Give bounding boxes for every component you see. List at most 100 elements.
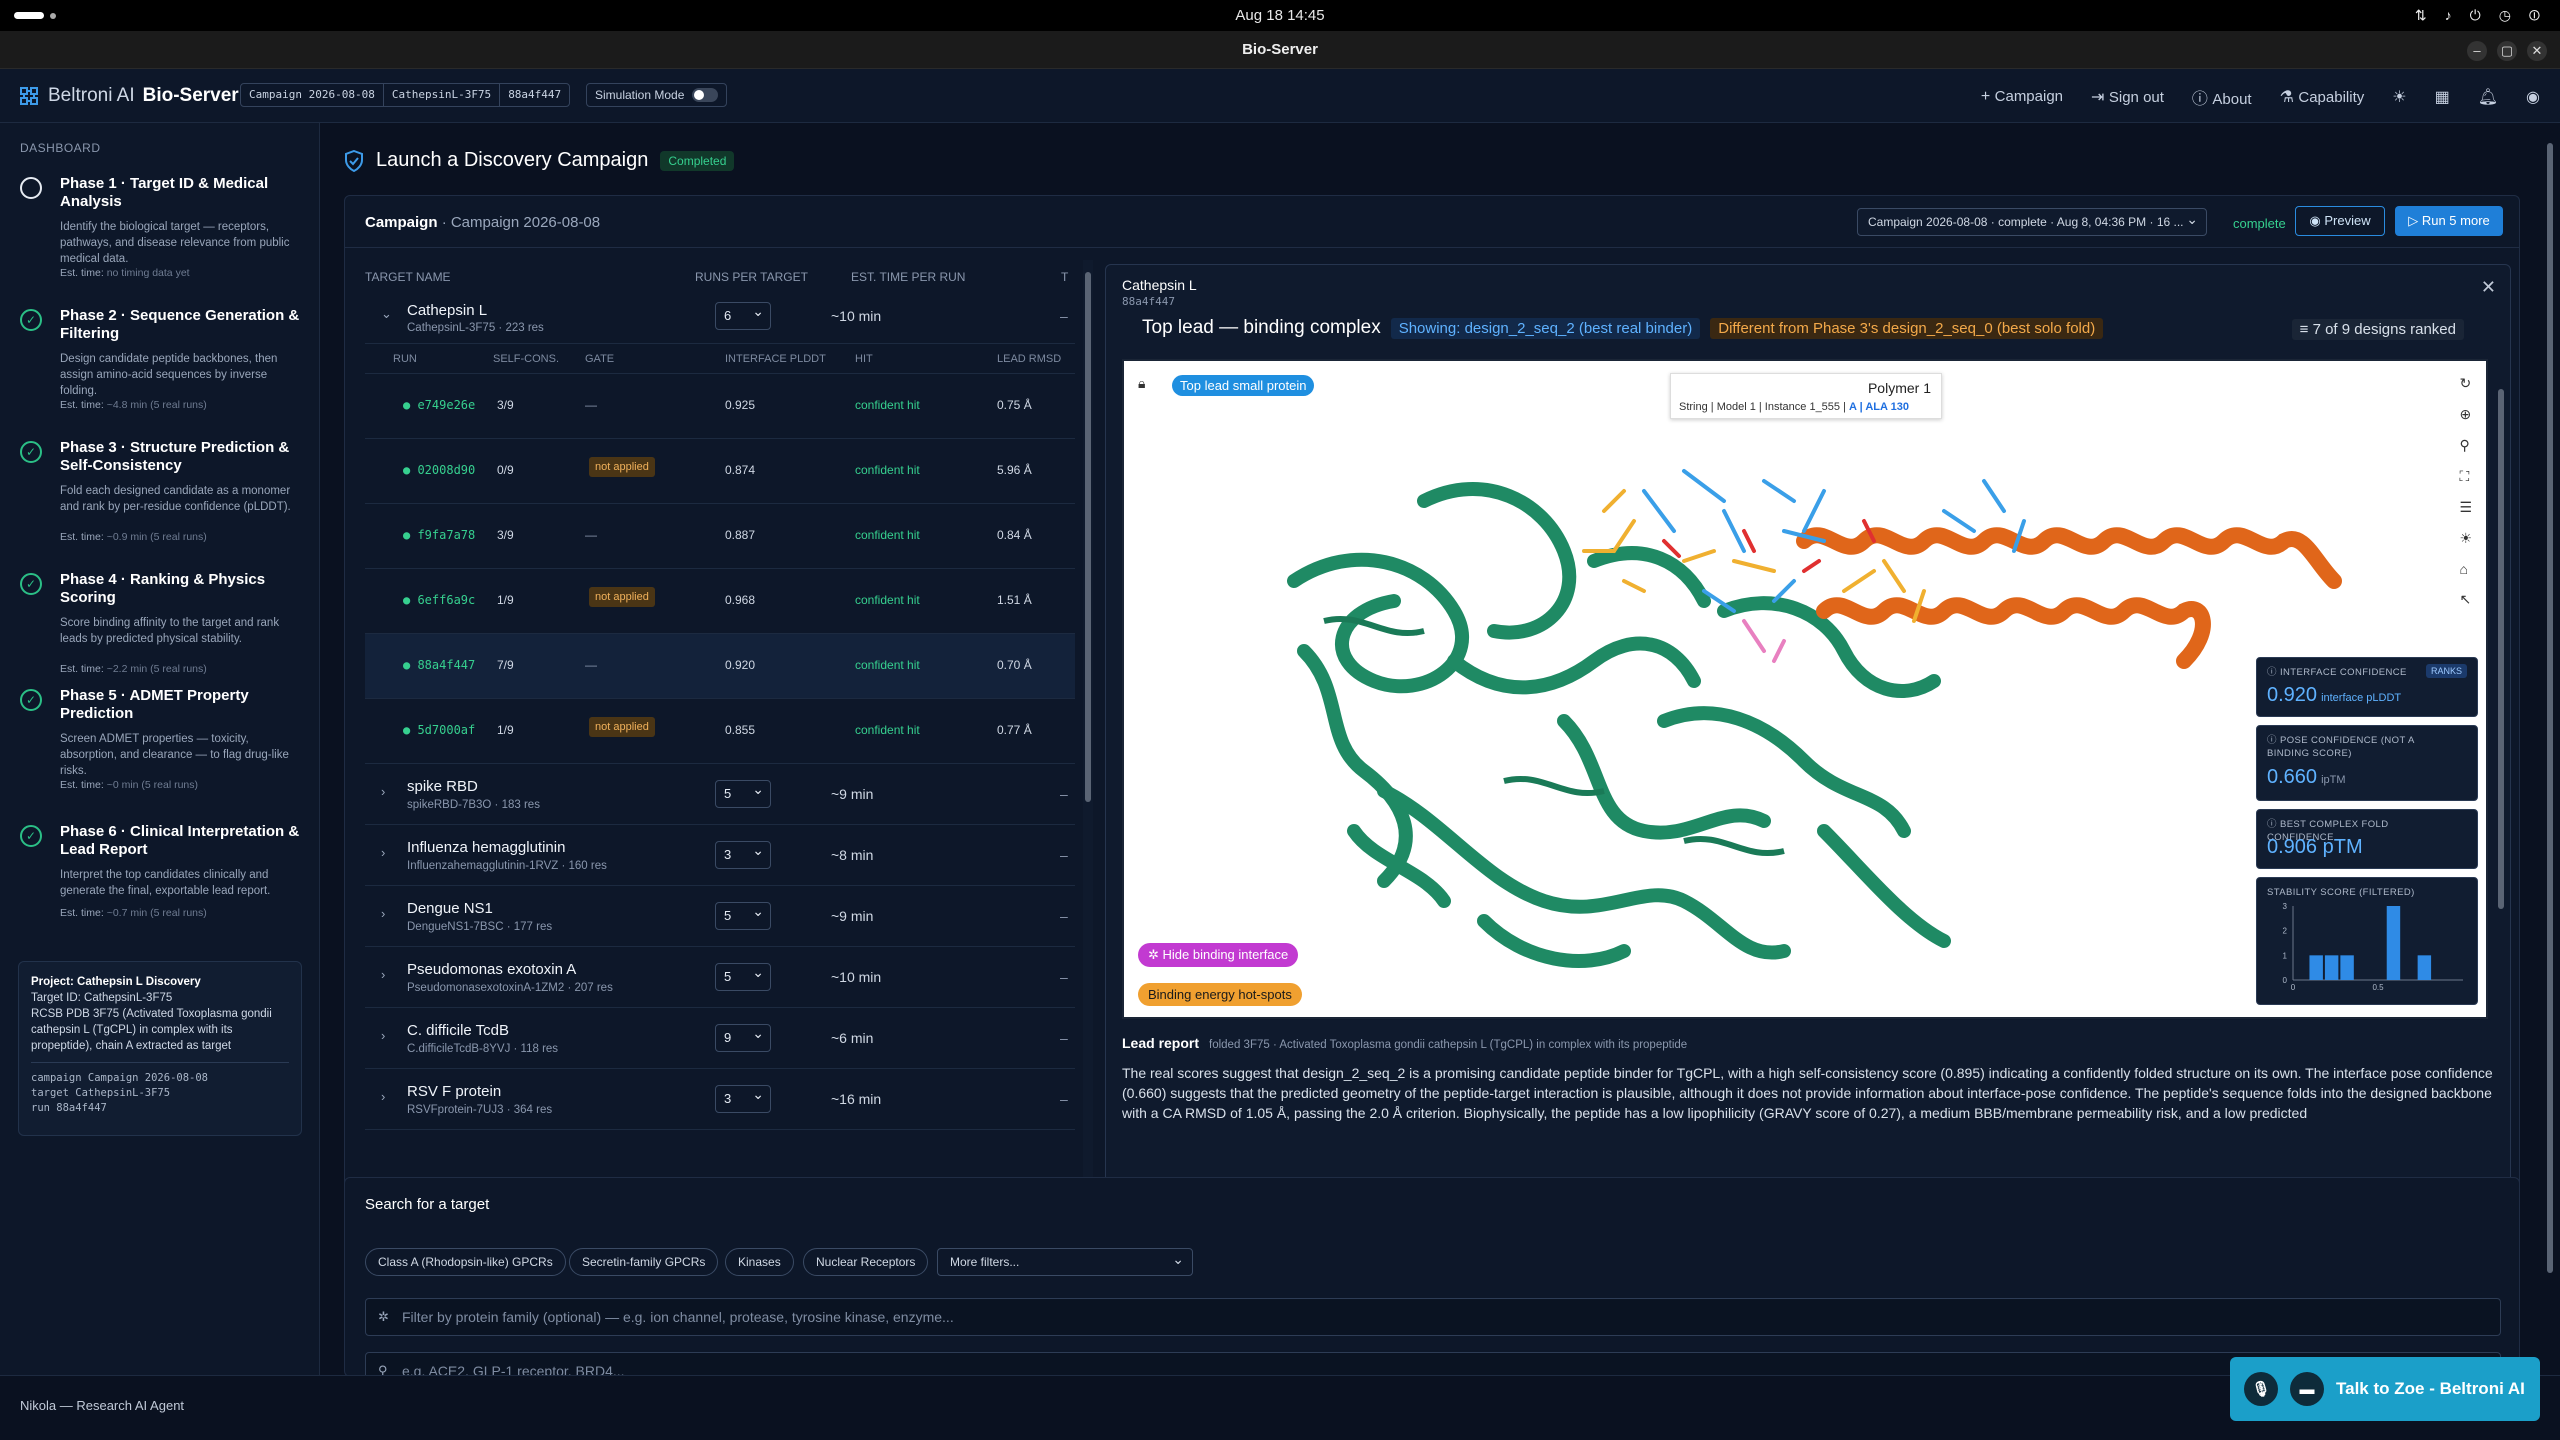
system-tray[interactable]: ⇅ ♪ ⏻ ◷ ⏼ [2415,7,2540,24]
chevron-right-icon[interactable]: › [381,1089,385,1104]
scroll-thumb[interactable] [2498,389,2504,909]
target-row[interactable]: › Pseudomonas exotoxin A Pseudomonasexot… [365,947,1075,1008]
toggle-switch[interactable] [692,88,719,102]
run-gate: — [585,658,597,672]
molecule-viewer[interactable]: 🔒︎ Top lead small protein Polymer 1 Stri… [1122,359,2488,1019]
target-row-expanded[interactable]: ⌄ Cathepsin L CathepsinL-3F75 · 223 res … [365,290,1075,344]
minimize-icon[interactable]: – [2467,41,2487,61]
vr-icon[interactable]: ⌂ [2459,561,2472,577]
phase-title: Phase 6 · Clinical Interpretation & Lead… [60,823,300,858]
run-row-selected[interactable]: ● 88a4f447 7/9 — 0.920 confident hit 0.7… [365,634,1075,699]
close-window-icon[interactable]: ✕ [2527,41,2547,61]
run-row[interactable]: ● e749e26e 3/9 — 0.925 confident hit 0.7… [365,374,1075,439]
chevron-right-icon[interactable]: › [381,906,385,921]
run-selfcons: 7/9 [497,658,514,672]
filter-chip[interactable]: Nuclear Receptors [803,1248,929,1276]
close-icon[interactable]: ✕ [2481,277,2496,298]
runs-select[interactable]: 3 [715,1085,771,1113]
phase-est: Est. time: ~0.9 min (5 real runs) [60,531,207,543]
microphone-icon[interactable]: 🎙︎ [2244,1372,2278,1406]
nav-capability[interactable]: ⚗ Capability [2280,87,2365,107]
light-icon[interactable]: ☀ [2459,530,2472,547]
run-selfcons: 3/9 [497,398,514,412]
binding-hotspots-button[interactable]: Binding energy hot-spots [1138,983,1302,1006]
nav-campaign[interactable]: + Campaign [1981,88,2063,106]
col-runs: RUNS PER TARGET [695,270,808,284]
run-iplddt: 0.887 [725,528,756,542]
system-menu-icon[interactable]: ⏼ [2529,7,2540,24]
target-row[interactable]: › Influenza hemagglutinin Influenzahemag… [365,825,1075,886]
target-row[interactable]: › Dengue NS1 DengueNS1-7BSC · 177 res 5 … [365,886,1075,947]
maximize-icon[interactable]: ▢ [2497,41,2517,61]
run-row[interactable]: ● 5d7000af 1/9 not applied 0.855 confide… [365,699,1075,764]
chevron-right-icon[interactable]: › [381,967,385,982]
power-icon[interactable]: ⏻ [2470,7,2481,24]
lead-title: Top lead — binding complex [1142,317,1381,338]
viewer-badge: Top lead small protein [1172,375,1315,396]
metric-label: ⓘ POSE CONFIDENCE (NOT A BINDING SCORE) [2267,735,2415,759]
os-clock[interactable]: Aug 18 14:45 [0,7,2560,24]
theme-sun-icon[interactable]: ☀ [2392,87,2406,107]
cursor-icon[interactable]: ↖ [2459,591,2472,608]
table-scrollbar[interactable] [1083,260,1093,1212]
phase-check-icon: ✓ [20,825,42,847]
runs-select[interactable]: 5 [715,902,771,930]
filter-chip[interactable]: Secretin-family GPCRs [569,1248,719,1276]
filter-chip[interactable]: Class A (Rhodopsin-like) GPCRs [365,1248,566,1276]
nav-signout[interactable]: ⇥ Sign out [2091,87,2164,107]
target-row[interactable]: › spike RBD spikeRBD-7B3O · 183 res 5 ~9… [365,764,1075,825]
filter-chip[interactable]: Kinases [725,1248,794,1276]
chevron-right-icon[interactable]: › [381,845,385,860]
chat-icon[interactable]: ▬ [2290,1372,2324,1406]
clock-icon[interactable]: ◷ [2499,7,2511,24]
runs-select[interactable]: 5 [715,963,771,991]
brand[interactable]: Beltroni AI Bio-Server [18,85,239,107]
talk-to-zoe-button[interactable]: 🎙︎ ▬ Talk to Zoe - Beltroni AI [2230,1357,2540,1421]
fullscreen-icon[interactable]: ⛶ [2459,468,2472,485]
target-row[interactable]: › RSV F protein RSVFprotein-7UJ3 · 364 r… [365,1069,1075,1130]
notification-bell-icon[interactable]: 🔔︎ [2478,87,2498,107]
run-detail-panel: Cathepsin L 88a4f447 ✕ Top lead — bindin… [1105,264,2511,1280]
reset-view-icon[interactable]: ↻ [2459,375,2472,392]
chevron-down-icon[interactable]: ⌄ [381,306,392,322]
runs-select[interactable]: 6 [715,302,771,330]
scroll-thumb[interactable] [1085,272,1091,802]
phase-check-icon: ✓ [20,689,42,711]
network-icon[interactable]: ⇅ [2415,7,2427,24]
preview-button[interactable]: ◉ Preview [2295,206,2385,236]
chevron-right-icon[interactable]: › [381,1028,385,1043]
calendar-icon[interactable]: ▦ [2435,87,2450,107]
runs-select[interactable]: 9 [715,1024,771,1052]
hide-binding-button[interactable]: ✲ Hide binding interface [1138,943,1299,967]
more-filters-select[interactable]: More filters... [937,1248,1193,1276]
run-row[interactable]: ● 02008d90 0/9 not applied 0.874 confide… [365,439,1075,504]
scroll-thumb[interactable] [2547,143,2553,1273]
campaign-select[interactable]: Campaign 2026-08-08 · complete · Aug 8, … [1857,208,2207,236]
run-hit: confident hit [855,723,920,737]
user-avatar-icon[interactable]: ◉ [2526,87,2540,107]
simulation-mode-toggle[interactable]: Simulation Mode [586,83,728,107]
detail-title: Cathepsin L [1122,277,1197,293]
target-icon[interactable]: ⊕ [2459,406,2472,423]
chevron-right-icon[interactable]: › [381,784,385,799]
page-scrollbar[interactable] [2544,123,2556,1375]
zoom-icon[interactable]: ⚲ [2459,437,2472,454]
target-row[interactable]: › C. difficile TcdB C.difficileTcdB-8YVJ… [365,1008,1075,1069]
run-row[interactable]: ● 6eff6a9c 1/9 not applied 0.968 confide… [365,569,1075,634]
run-more-button[interactable]: ▷ Run 5 more [2395,206,2503,236]
family-filter-input[interactable]: ✲ Filter by protein family (optional) — e… [365,1298,2501,1336]
run-id: ● 6eff6a9c [403,593,476,607]
volume-icon[interactable]: ♪ [2445,7,2452,24]
hide-binding-label: Hide binding interface [1162,947,1289,962]
phase-title: Phase 4 · Ranking & Physics Scoring [60,571,266,606]
lock-icon[interactable]: 🔒︎ [1138,375,1145,392]
detail-scrollbar[interactable] [2496,329,2506,1269]
nav-about[interactable]: ⓘ About [2192,85,2252,109]
runs-select[interactable]: 3 [715,841,771,869]
nav-campaign-label: Campaign [1994,88,2064,105]
runs-select[interactable]: 5 [715,780,771,808]
phase-desc: Identify the biological target — recepto… [60,221,290,265]
sparkle-icon: ✲ [1148,947,1163,962]
run-row[interactable]: ● f9fa7a78 3/9 — 0.887 confident hit 0.8… [365,504,1075,569]
settings-sliders-icon[interactable]: ☰ [2459,499,2472,516]
